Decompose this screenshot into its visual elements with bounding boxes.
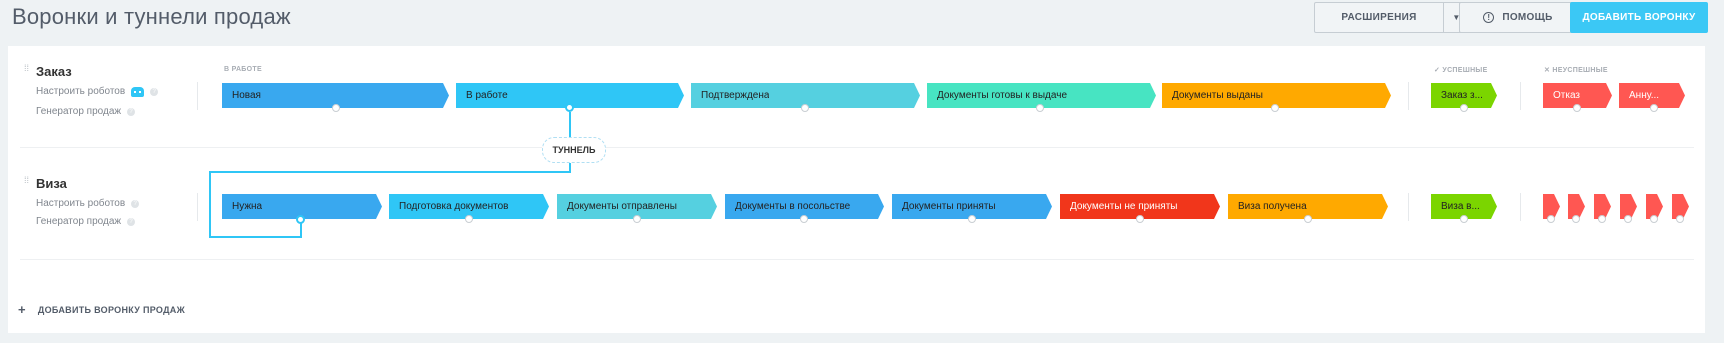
drag-handle-icon[interactable]: ⁞⁞ [24,176,30,190]
tunnel-anchor[interactable] [1624,215,1632,223]
tunnel-line [209,171,211,238]
tunnel-anchor[interactable] [1460,215,1468,223]
stage-label: Виза в... [1441,201,1480,212]
tunnel-anchor-active[interactable] [296,215,305,224]
stage-label: Заказ з... [1441,90,1483,101]
sales-generator-label: Генератор продаж [36,106,122,117]
sales-generator-link[interactable]: Генератор продаж ? [36,106,136,117]
sales-generator-link[interactable]: Генератор продаж ? [36,216,136,227]
tunnel-line [209,171,571,173]
tunnel-anchor[interactable] [1650,215,1658,223]
tunnel-line [209,236,301,238]
page-title: Воронки и туннели продаж [12,4,291,29]
extensions-button[interactable]: РАСШИРЕНИЯ ▼ [1314,2,1470,33]
row-divider [20,259,1694,260]
tunnel-anchor[interactable] [1271,104,1279,112]
tunnel-anchor[interactable] [1136,215,1144,223]
tunnel-anchor[interactable] [1676,215,1684,223]
stage-label: В работе [466,90,508,101]
tunnel-anchor-active[interactable] [565,103,574,112]
plus-icon: + [18,302,26,317]
unsuccessful-label: ✕ НЕУСПЕШНЫЕ [1544,67,1608,74]
configure-robots-link[interactable]: Настроить роботов ? [36,198,140,209]
help-icon[interactable]: ? [127,107,136,116]
tunnel-anchor[interactable] [1572,215,1580,223]
tunnel-badge[interactable]: ТУННЕЛЬ [542,137,606,163]
stage-label: Отказ [1553,90,1580,101]
stage-label: Подготовка документов [399,201,509,212]
configure-robots-label: Настроить роботов [36,198,126,209]
tunnel-anchor[interactable] [968,215,976,223]
tunnel-anchor[interactable] [1598,215,1606,223]
divider [197,193,198,221]
tunnel-anchor[interactable] [1573,104,1581,112]
help-icon[interactable]: ? [150,87,159,96]
stage-label: Анну... [1629,90,1660,101]
stage-label: Нужна [232,201,263,212]
tunnel-anchor[interactable] [800,215,808,223]
divider [1520,82,1521,110]
help-icon[interactable]: ? [127,217,136,226]
divider [1408,193,1409,221]
add-sales-funnel-link[interactable]: + ДОБАВИТЬ ВОРОНКУ ПРОДАЖ [18,302,185,317]
divider [197,82,198,110]
stage-label: Документы приняты [902,201,996,212]
help-icon[interactable]: ? [131,199,140,208]
tunnel-anchor[interactable] [801,104,809,112]
tunnel-anchor[interactable] [1650,104,1658,112]
divider [1520,193,1521,221]
robot-icon [131,86,145,97]
drag-handle-icon[interactable]: ⁞⁞ [24,64,30,78]
row-divider [20,147,1694,148]
sales-generator-label: Генератор продаж [36,216,122,227]
tunnel-line [300,222,302,238]
help-label: ПОМОЩЬ [1502,12,1553,23]
stage-label: Новая [232,90,261,101]
tunnel-anchor[interactable] [633,215,641,223]
stage-label: Документы выданы [1172,90,1263,101]
successful-text: УСПЕШНЫЕ [1442,67,1488,74]
tunnel-anchor[interactable] [465,215,473,223]
stage-label: Документы готовы к выдаче [937,90,1068,101]
divider [1408,82,1409,110]
stage-label: Виза получена [1238,201,1307,212]
configure-robots-link[interactable]: Настроить роботов ? [36,86,159,97]
stage-label: Документы в посольстве [735,201,851,212]
unsuccessful-text: НЕУСПЕШНЫЕ [1552,67,1608,74]
stage-label: Документы не приняты [1070,201,1178,212]
successful-label: ✓ УСПЕШНЫЕ [1434,67,1488,74]
tunnel-anchor[interactable] [1547,215,1555,223]
stage-label: Документы отправлены [567,201,677,212]
funnel-title: Заказ [36,64,72,79]
add-funnel-button[interactable]: ДОБАВИТЬ ВОРОНКУ [1570,2,1708,33]
info-icon: ! [1483,12,1495,23]
configure-robots-label: Настроить роботов [36,86,126,97]
tunnel-anchor[interactable] [1460,104,1468,112]
stage-label: Подтверждена [701,90,770,101]
extensions-label: РАСШИРЕНИЯ [1341,12,1417,23]
help-button[interactable]: ! ПОМОЩЬ [1459,2,1577,33]
tunnel-anchor[interactable] [1304,215,1312,223]
add-sales-funnel-label: ДОБАВИТЬ ВОРОНКУ ПРОДАЖ [37,304,186,315]
tunnel-anchor[interactable] [332,104,340,112]
in-work-label: В РАБОТЕ [224,66,262,73]
tunnel-anchor[interactable] [1036,104,1044,112]
funnel-title: Виза [36,176,67,191]
